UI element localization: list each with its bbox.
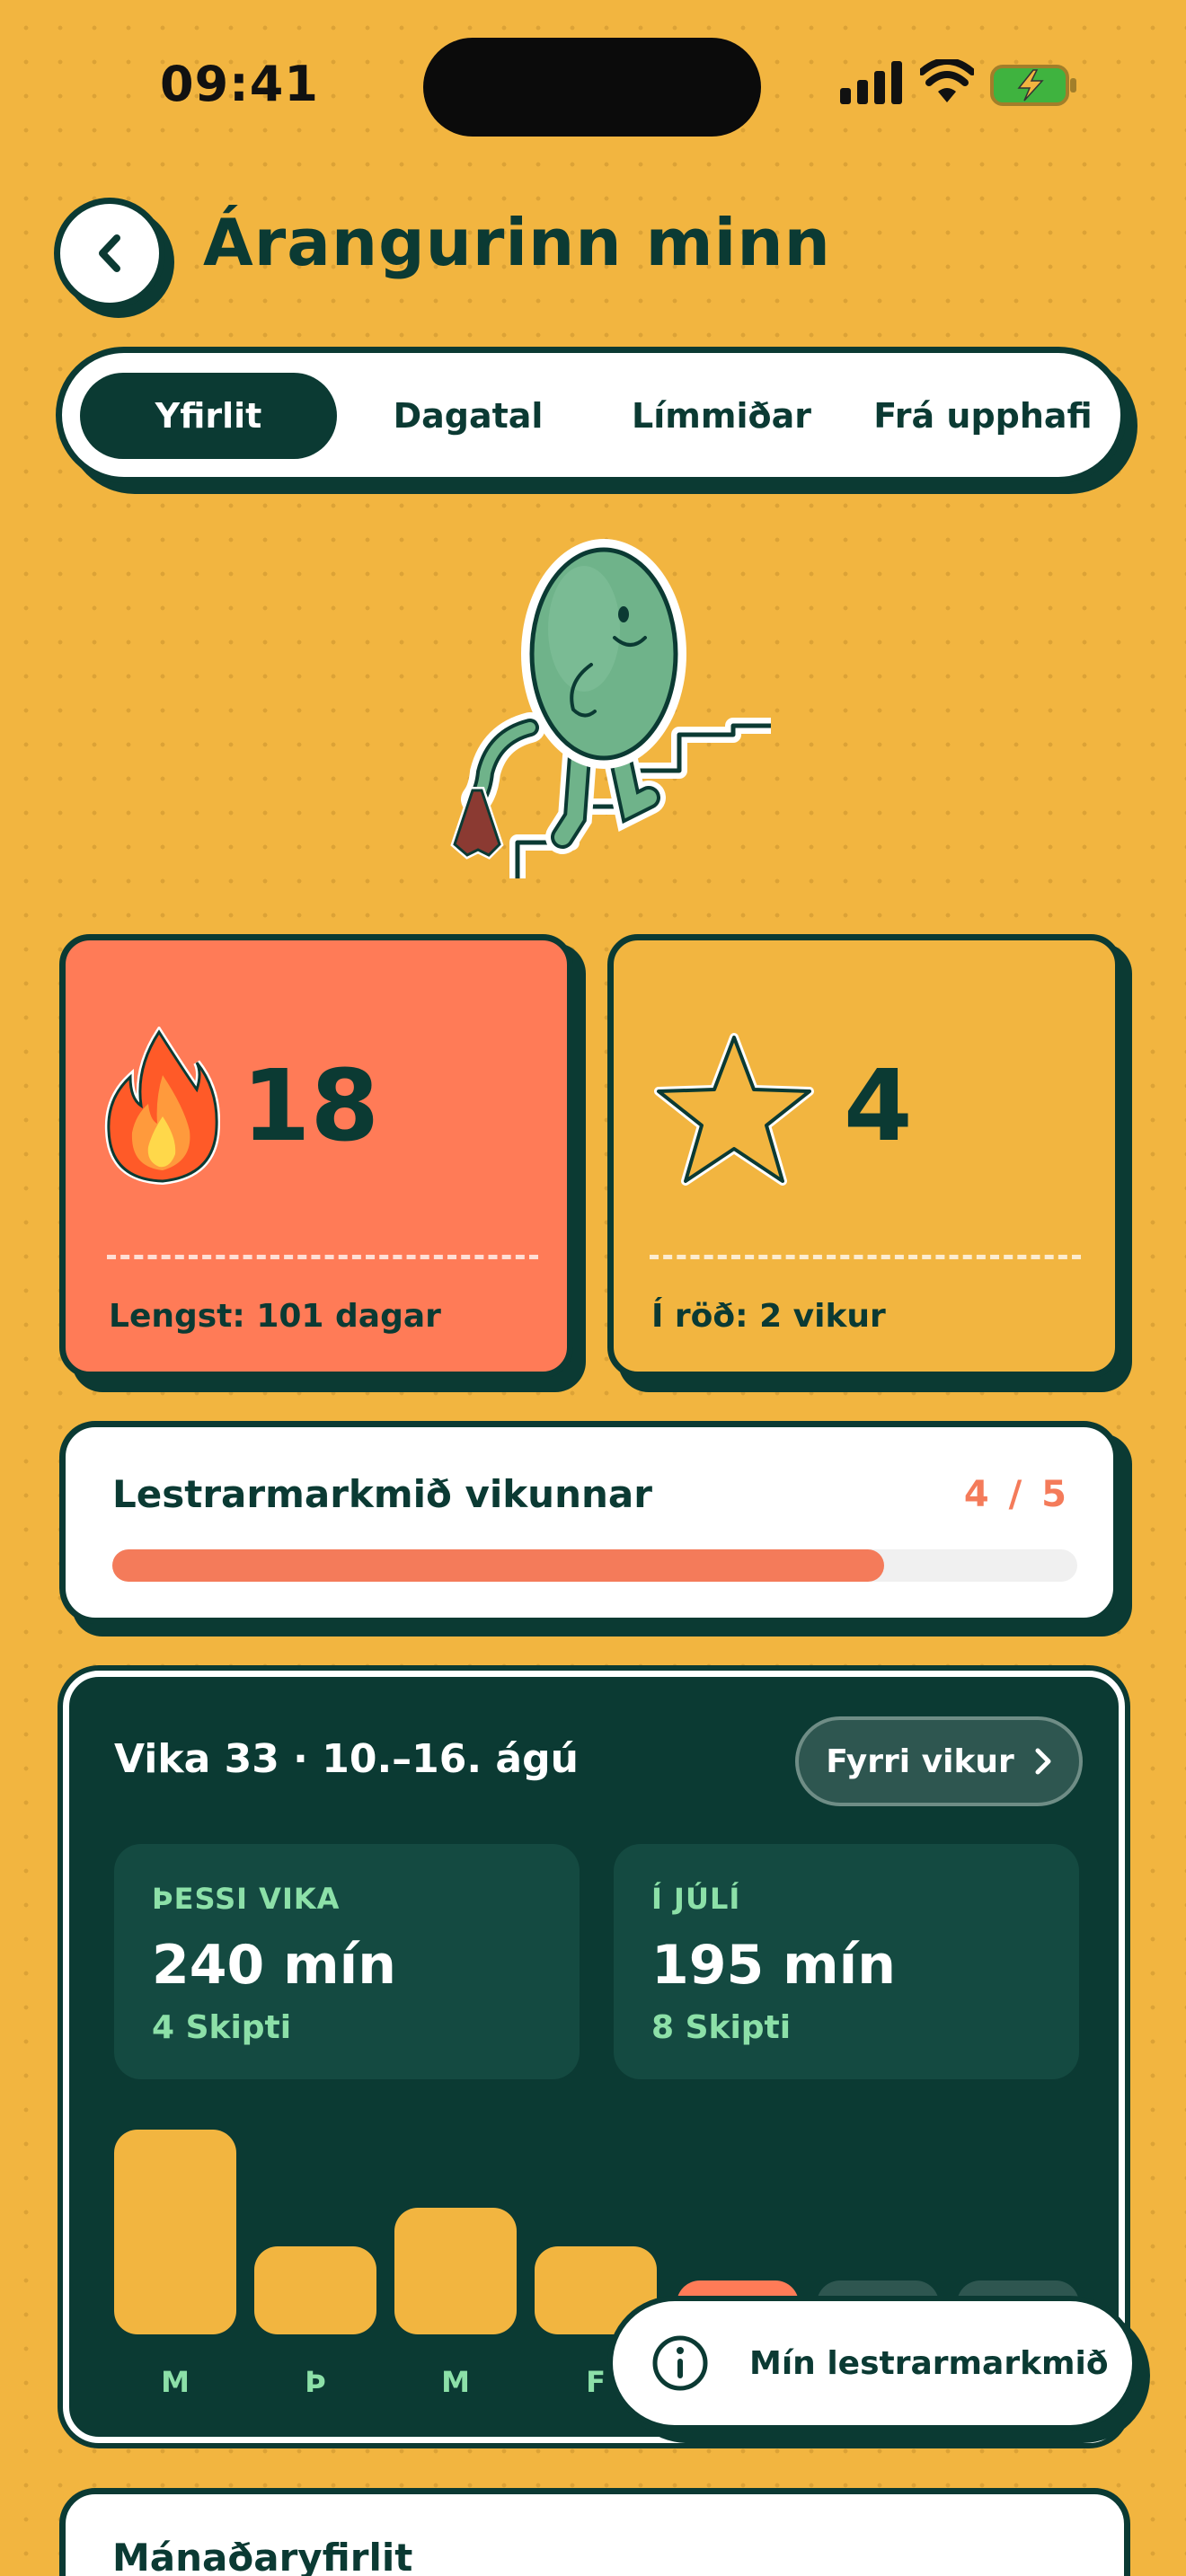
day-label: Þ xyxy=(305,2365,326,2399)
star-icon xyxy=(654,1033,814,1186)
star-value: 4 xyxy=(844,1048,913,1163)
my-reading-goals-button[interactable]: Mín lestrarmarkmið xyxy=(607,2296,1137,2430)
week-bar xyxy=(114,2130,236,2334)
goal-progress-fill xyxy=(112,1549,885,1582)
tab-since-start[interactable]: Frá upphafi xyxy=(853,373,1113,459)
info-icon xyxy=(652,2335,708,2391)
back-button[interactable] xyxy=(54,198,165,309)
my-reading-goals-label: Mín lestrarmarkmið xyxy=(749,2344,1109,2382)
signal-icon xyxy=(840,61,902,104)
goal-progress-track xyxy=(112,1549,1077,1582)
tab-bar: Yfirlit Dagatal Límmiðar Frá upphafi xyxy=(56,347,1127,483)
star-divider xyxy=(650,1255,1081,1259)
star-card[interactable]: 4 Í röð: 2 vikur xyxy=(607,934,1121,1378)
mascot-illustration xyxy=(450,539,771,878)
streak-card[interactable]: 18 Lengst: 101 dagar xyxy=(59,934,573,1378)
day-label: M xyxy=(161,2365,190,2399)
goal-title: Lestrarmarkmið vikunnar xyxy=(112,1472,652,1516)
star-streak: Í röð: 2 vikur xyxy=(651,1298,886,1335)
week-bar xyxy=(254,2246,376,2334)
wifi-icon xyxy=(920,59,974,102)
page-title: Árangurinn minn xyxy=(203,205,831,280)
tab-overview[interactable]: Yfirlit xyxy=(80,373,337,459)
streak-value: 18 xyxy=(242,1048,380,1163)
monthly-overview-card[interactable]: Mánaðaryfirlit xyxy=(59,2488,1130,2576)
streak-divider xyxy=(107,1255,538,1259)
status-time: 09:41 xyxy=(160,56,319,112)
monthly-title: Mánaðaryfirlit xyxy=(112,2536,413,2576)
tab-stickers[interactable]: Límmiðar xyxy=(599,373,844,459)
goal-count: 4 / 5 xyxy=(963,1474,1070,1515)
weekly-goal-card[interactable]: Lestrarmarkmið vikunnar 4 / 5 xyxy=(59,1421,1120,1624)
day-label: M xyxy=(441,2365,470,2399)
dynamic-island xyxy=(423,38,761,137)
battery-icon xyxy=(990,65,1076,106)
tab-calendar[interactable]: Dagatal xyxy=(346,373,590,459)
chevron-left-icon xyxy=(99,234,120,272)
fire-icon xyxy=(104,1027,220,1186)
streak-longest: Lengst: 101 dagar xyxy=(109,1298,441,1335)
week-bar xyxy=(394,2208,517,2334)
